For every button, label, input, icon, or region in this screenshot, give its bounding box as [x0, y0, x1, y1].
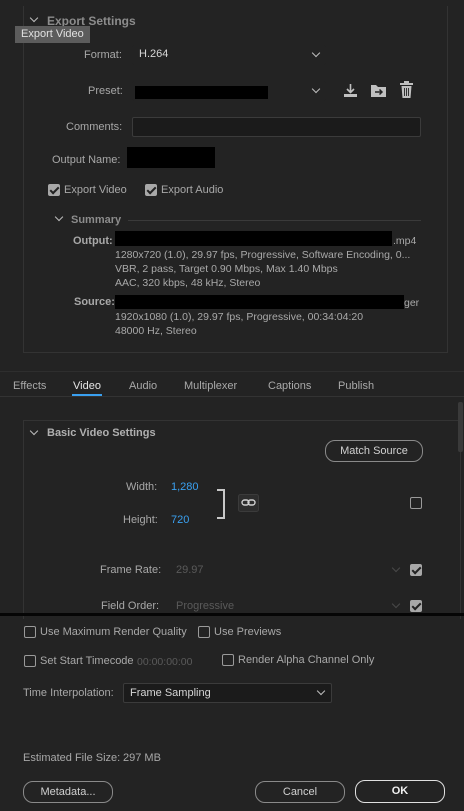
- frame-rate-value: 29.97: [176, 564, 204, 576]
- tab-video[interactable]: Video: [73, 380, 101, 392]
- constrain-proportions-link-icon[interactable]: [238, 494, 259, 512]
- frame-rate-checkbox[interactable]: [410, 564, 422, 576]
- field-order-checkbox[interactable]: [410, 600, 422, 612]
- comments-label: Comments:: [66, 121, 123, 133]
- export-audio-label: Export Audio: [161, 184, 224, 196]
- render-alpha-label: Render Alpha Channel Only: [238, 654, 375, 666]
- source-line-2: 48000 Hz, Stereo: [115, 325, 197, 337]
- render-alpha-checkbox[interactable]: [222, 654, 234, 666]
- output-line-3: AAC, 320 kbps, 48 kHz, Stereo: [115, 277, 261, 289]
- estimated-file-size-value: 297 MB: [123, 752, 161, 764]
- format-value: H.264: [139, 48, 169, 60]
- output-name-label: Output Name:: [52, 154, 121, 166]
- tab-bar-bottom-border: [0, 396, 464, 397]
- export-audio-checkbox[interactable]: [145, 184, 157, 196]
- delete-preset-trash-icon[interactable]: [399, 81, 414, 99]
- ok-button-label: OK: [391, 785, 409, 797]
- tab-multiplexer[interactable]: Multiplexer: [184, 380, 237, 392]
- width-value[interactable]: 1,280: [171, 481, 199, 493]
- time-interpolation-label: Time Interpolation:: [23, 687, 114, 699]
- settings-footer-divider: [0, 613, 464, 616]
- format-select[interactable]: H.264: [132, 45, 326, 65]
- summary-source-label: Source:: [74, 296, 115, 308]
- estimated-file-size-label: Estimated File Size:: [23, 752, 121, 764]
- tab-captions[interactable]: Captions: [268, 380, 311, 392]
- source-suffix: ger: [404, 297, 420, 309]
- tab-publish[interactable]: Publish: [338, 380, 374, 392]
- max-render-quality-label: Use Maximum Render Quality: [40, 626, 187, 638]
- max-render-quality-checkbox[interactable]: [24, 626, 36, 638]
- output-extension: .mp4: [393, 235, 417, 247]
- set-start-timecode-label: Set Start Timecode: [40, 655, 134, 667]
- tab-effects[interactable]: Effects: [13, 380, 46, 392]
- output-path-redacted: [115, 231, 392, 246]
- preset-value-redacted: [135, 86, 268, 99]
- source-line-1: 1920x1080 (1.0), 29.97 fps, Progressive,…: [115, 311, 364, 323]
- use-previews-checkbox[interactable]: [198, 626, 210, 638]
- summary-divider: [128, 220, 421, 221]
- vertical-scrollbar-thumb[interactable]: [458, 402, 463, 452]
- cancel-button-label: Cancel: [282, 786, 318, 798]
- field-order-value: Progressive: [176, 600, 235, 612]
- start-timecode-value: 00:00:00:00: [137, 656, 193, 668]
- output-name-link-redacted[interactable]: [127, 147, 215, 168]
- frame-rate-label: Frame Rate:: [100, 564, 162, 576]
- width-label: Width:: [126, 481, 158, 493]
- field-order-select: Progressive: [170, 595, 406, 615]
- format-label: Format:: [84, 49, 122, 61]
- output-line-2: VBR, 2 pass, Target 0.90 Mbps, Max 1.40 …: [115, 263, 338, 275]
- field-order-label: Field Order:: [101, 600, 160, 612]
- match-source-button[interactable]: Match Source: [325, 440, 423, 462]
- metadata-button-label: Metadata...: [40, 786, 96, 798]
- tooltip-text: Export Video: [21, 28, 84, 40]
- time-interpolation-select[interactable]: Frame Sampling: [123, 683, 332, 703]
- summary-heading: Summary: [71, 214, 122, 226]
- tab-audio[interactable]: Audio: [129, 380, 157, 392]
- use-previews-label: Use Previews: [214, 626, 282, 638]
- cancel-button[interactable]: Cancel: [255, 781, 345, 803]
- match-source-label: Match Source: [340, 445, 408, 457]
- comments-input[interactable]: [132, 117, 421, 137]
- set-start-timecode-checkbox[interactable]: [24, 655, 36, 667]
- export-video-label: Export Video: [64, 184, 127, 196]
- export-video-checkbox[interactable]: [48, 184, 60, 196]
- import-preset-icon[interactable]: [342, 82, 359, 99]
- export-video-tooltip: Export Video: [15, 26, 90, 43]
- metadata-button[interactable]: Metadata...: [23, 781, 113, 803]
- tab-bar-divider: [0, 371, 464, 372]
- time-interpolation-value: Frame Sampling: [130, 687, 211, 699]
- source-path-redacted: [115, 295, 404, 309]
- frame-rate-select: 29.97: [170, 559, 406, 579]
- aspect-link-bracket: [217, 489, 225, 519]
- save-preset-icon[interactable]: [370, 82, 388, 99]
- ok-button[interactable]: OK: [355, 780, 445, 803]
- basic-video-settings-heading: Basic Video Settings: [47, 427, 156, 439]
- height-label: Height:: [123, 514, 158, 526]
- width-height-checkbox[interactable]: [410, 497, 422, 509]
- summary-output-label: Output:: [73, 235, 113, 247]
- preset-label: Preset:: [88, 85, 123, 97]
- output-line-1: 1280x720 (1.0), 29.97 fps, Progressive, …: [115, 249, 411, 261]
- height-value[interactable]: 720: [171, 514, 189, 526]
